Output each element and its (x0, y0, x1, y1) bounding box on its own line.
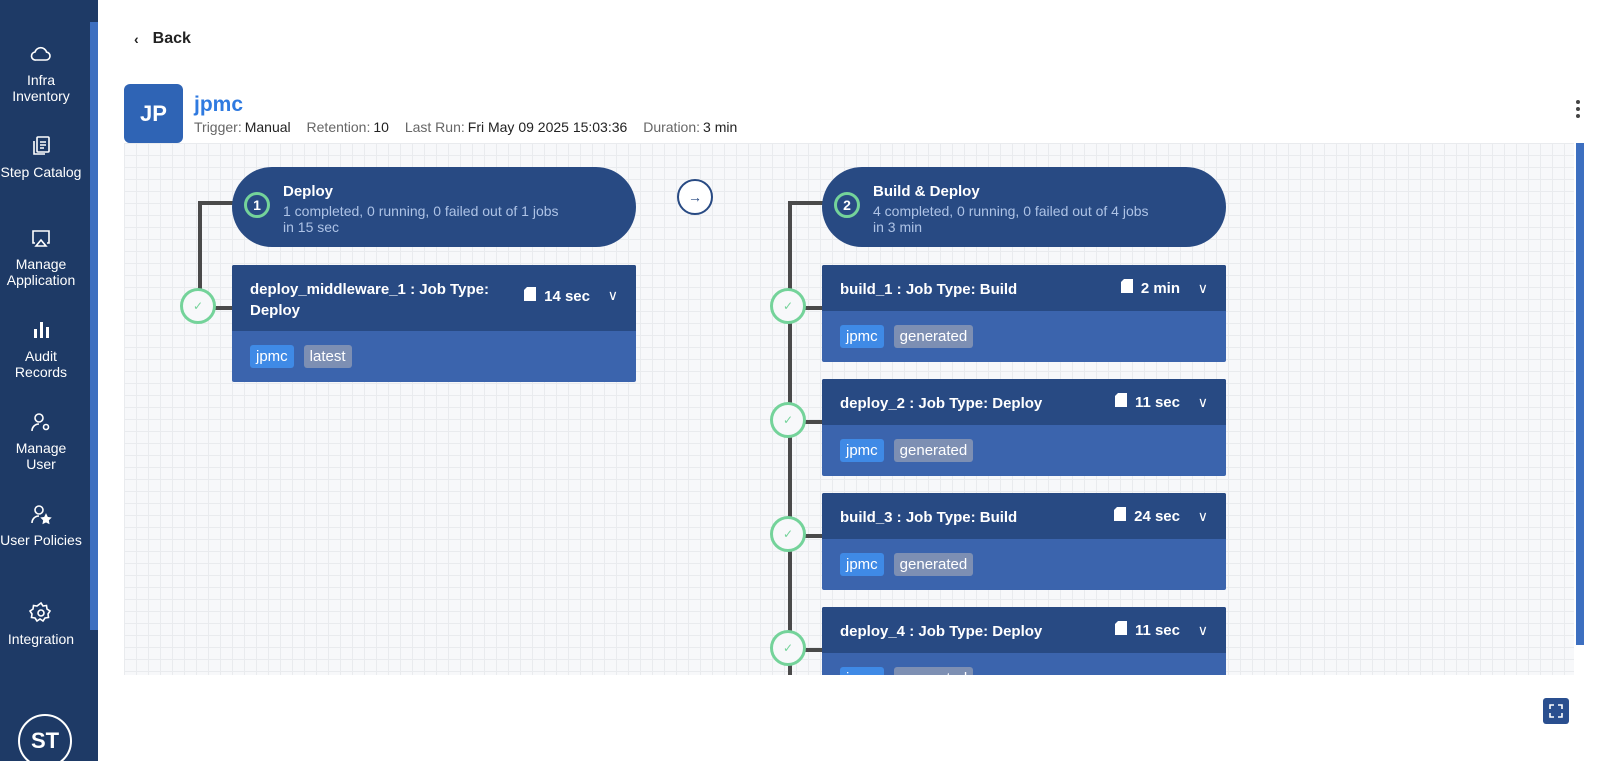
tag: jpmc (840, 325, 884, 348)
job-duration: 11 sec (1114, 393, 1180, 411)
fullscreen-icon[interactable] (1543, 698, 1569, 724)
trigger-value: Manual (244, 119, 291, 135)
stage-number: 2 (834, 192, 860, 218)
connector-line (788, 201, 792, 675)
copy-icon (29, 134, 53, 158)
connector-line (788, 201, 824, 205)
trigger-label: Trigger: (194, 119, 242, 135)
bar-chart-icon (29, 318, 53, 342)
sidebar-item-label: Manage Application (6, 256, 76, 288)
job-status-check-icon: ✓ (770, 402, 806, 438)
page-title: jpmc (194, 93, 244, 116)
cloud-icon (29, 42, 53, 66)
tag: jpmc (840, 553, 884, 576)
tag: jpmc (250, 345, 294, 368)
job-title: deploy_4 : Job Type: Deploy (840, 623, 1043, 640)
sidebar-item-audit-records[interactable]: Audit Records (0, 318, 82, 380)
last-run-value: Fri May 09 2025 15:03:36 (467, 119, 628, 135)
tag: generated (893, 439, 974, 462)
arrow-right-icon[interactable]: → (677, 179, 713, 215)
job-card-deploy-4[interactable]: deploy_4 : Job Type: Deploy 11 sec ∨ jpm… (822, 607, 1226, 675)
chevron-down-icon[interactable]: ∨ (1198, 622, 1208, 639)
log-file-icon[interactable] (1120, 279, 1133, 297)
job-status-check-icon: ✓ (770, 288, 806, 324)
sidebar-item-label: Audit Records (14, 348, 68, 380)
stage-number: 1 (244, 192, 270, 218)
sidebar: Infra Inventory Step Catalog Manage Appl… (0, 0, 98, 761)
stage-deploy[interactable]: 1 Deploy 1 completed, 0 running, 0 faile… (232, 167, 636, 247)
sidebar-item-label: Infra Inventory (12, 72, 70, 104)
retention-value: 10 (373, 119, 389, 135)
sidebar-scrollbar[interactable] (90, 22, 98, 630)
back-button[interactable]: ‹ Back (134, 30, 191, 48)
airplay-icon (29, 226, 53, 250)
job-title: build_3 : Job Type: Build (840, 509, 1018, 526)
stage-name: Deploy (283, 183, 334, 200)
job-card-deploy-2[interactable]: deploy_2 : Job Type: Deploy 11 sec ∨ jpm… (822, 379, 1226, 476)
job-status-check-icon: ✓ (770, 630, 806, 666)
canvas-scrollbar[interactable] (1576, 143, 1584, 645)
project-avatar: JP (124, 84, 183, 143)
log-file-icon[interactable] (1114, 393, 1127, 411)
main-content: ‹ Back JP jpmc Trigger: Manual Retention:… (98, 0, 1600, 761)
pipeline-meta: Trigger: Manual Retention: 10 Last Run: Fri… (194, 119, 749, 135)
sidebar-item-label: Manage User (15, 440, 67, 472)
chevron-down-icon[interactable]: ∨ (1198, 394, 1208, 411)
tag: generated (893, 553, 974, 576)
tag: jpmc (840, 667, 884, 675)
back-label: Back (152, 30, 191, 47)
job-duration: 14 sec (524, 287, 590, 305)
user-star-icon (29, 502, 53, 526)
stage-name: Build & Deploy (873, 183, 980, 200)
log-file-icon[interactable] (524, 287, 537, 305)
log-file-icon[interactable] (1114, 621, 1127, 639)
retention-label: Retention: (306, 119, 371, 135)
tag: latest (303, 345, 352, 368)
log-file-icon[interactable] (1114, 507, 1127, 525)
job-card-build-3[interactable]: build_3 : Job Type: Build 24 sec ∨ jpmc … (822, 493, 1226, 590)
job-card-build-1[interactable]: build_1 : Job Type: Build 2 min ∨ jpmc g… (822, 265, 1226, 362)
tag: jpmc (840, 439, 884, 462)
duration-label: Duration: (643, 119, 701, 135)
sidebar-item-manage-application[interactable]: Manage Application (0, 226, 82, 288)
user-gear-icon (29, 410, 53, 434)
connector-line (198, 201, 234, 205)
stage-build-and-deploy[interactable]: 2 Build & Deploy 4 completed, 0 running,… (822, 167, 1226, 247)
job-card-deploy-middleware-1[interactable]: deploy_middleware_1 : Job Type: Deploy 1… (232, 265, 636, 382)
chevron-down-icon[interactable]: ∨ (608, 287, 618, 304)
duration-value: 3 min (703, 119, 738, 135)
more-options-icon[interactable] (1576, 100, 1580, 118)
gear-icon (28, 601, 53, 625)
sidebar-item-user-policies[interactable]: User Policies (0, 502, 82, 548)
chevron-left-icon: ‹ (134, 31, 139, 47)
sidebar-item-label: Integration (7, 631, 75, 647)
job-title: build_1 : Job Type: Build (840, 281, 1018, 298)
tag: generated (893, 325, 974, 348)
job-title: deploy_2 : Job Type: Deploy (840, 395, 1043, 412)
job-duration: 2 min (1120, 279, 1180, 297)
sidebar-item-manage-user[interactable]: Manage User (0, 410, 82, 472)
stage-summary: 1 completed, 0 running, 0 failed out of … (283, 203, 559, 235)
avatar[interactable]: ST (18, 714, 72, 761)
chevron-down-icon[interactable]: ∨ (1198, 280, 1208, 297)
sidebar-item-infra-inventory[interactable]: Infra Inventory (0, 42, 82, 104)
pipeline-canvas[interactable]: ✓ 1 Deploy 1 completed, 0 running, 0 fai… (124, 143, 1574, 675)
job-title: deploy_middleware_1 : Job Type: Deploy (250, 281, 489, 319)
job-status-check-icon: ✓ (770, 516, 806, 552)
job-duration: 24 sec (1114, 507, 1180, 525)
job-duration: 11 sec (1114, 621, 1180, 639)
canvas-footer (124, 675, 1574, 735)
job-status-check-icon: ✓ (180, 288, 216, 324)
sidebar-item-integration[interactable]: Integration (0, 601, 82, 647)
last-run-label: Last Run: (404, 119, 465, 135)
sidebar-item-label: Step Catalog (0, 164, 82, 180)
chevron-down-icon[interactable]: ∨ (1198, 508, 1208, 525)
sidebar-item-label: User Policies (0, 532, 82, 548)
stage-summary: 4 completed, 0 running, 0 failed out of … (873, 203, 1149, 235)
sidebar-item-step-catalog[interactable]: Step Catalog (0, 134, 82, 180)
tag: generated (893, 667, 974, 675)
